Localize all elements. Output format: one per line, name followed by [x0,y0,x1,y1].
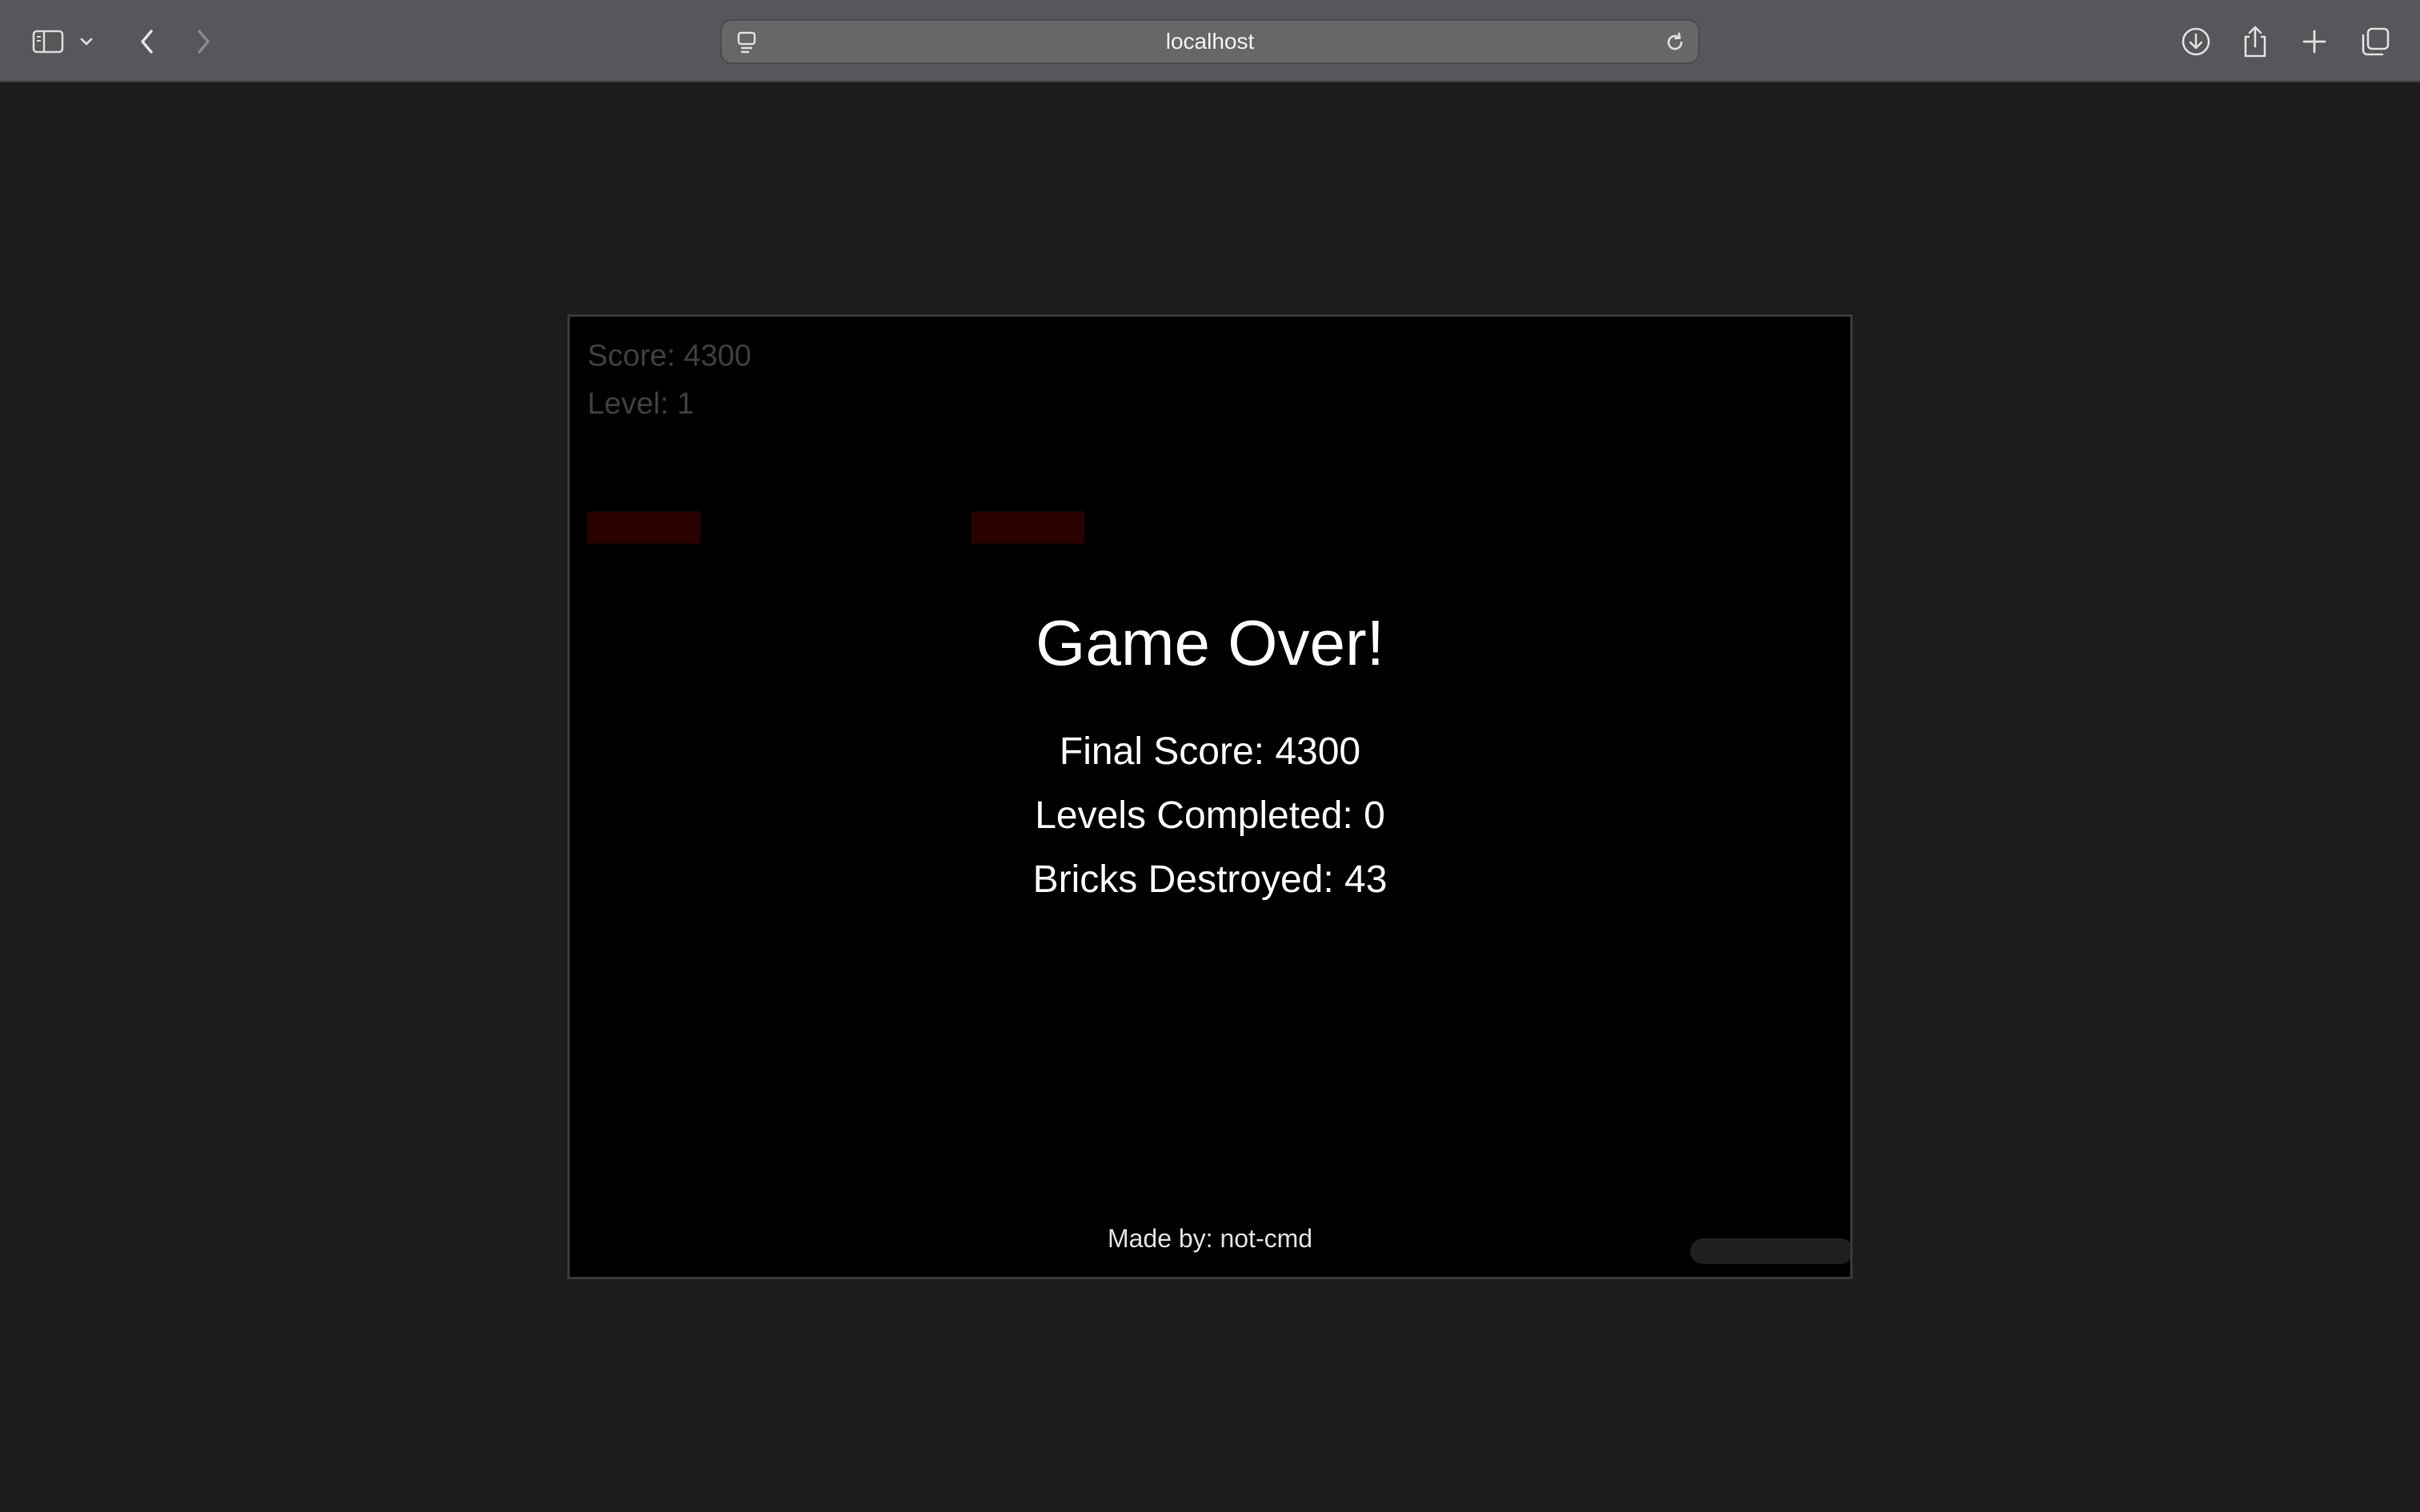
share-button[interactable] [2231,18,2279,66]
bricks-destroyed-text: Bricks Destroyed: 43 [1032,858,1388,901]
downloads-button[interactable] [2172,18,2220,66]
address-bar[interactable]: localhost [720,19,1700,64]
level-display: Level: 1 [587,387,695,421]
reload-icon[interactable] [1660,27,1690,58]
brick [972,511,1084,543]
browser-toolbar: localhost [0,0,2420,82]
tab-overview-button[interactable] [2351,18,2399,66]
sidebar-icon [32,29,64,54]
game-over-title: Game Over! [1036,607,1384,678]
credit-text: Made by: not-cmd [1107,1224,1313,1253]
final-score-text: Final Score: 4300 [1059,730,1361,773]
brick [587,511,700,543]
chevron-right-icon [194,27,213,56]
tabs-icon [2360,26,2390,57]
game-canvas[interactable]: Score: 4300 Level: 1 Game Over! Final Sc… [567,314,1853,1279]
new-tab-button[interactable] [2290,18,2338,66]
share-icon [2241,24,2270,59]
chevron-left-icon [138,27,157,56]
paddle[interactable] [1690,1238,1850,1264]
plus-icon [2301,28,2328,55]
sidebar-toggle-button[interactable] [24,18,72,66]
chevron-down-icon [78,36,94,47]
score-display: Score: 4300 [587,339,751,373]
download-icon [2180,26,2212,58]
forward-button[interactable] [179,18,227,66]
sidebar-menu-button[interactable] [70,18,102,66]
levels-completed-text: Levels Completed: 0 [1035,794,1385,837]
url-text: localhost [1165,29,1255,54]
back-button[interactable] [123,18,171,66]
